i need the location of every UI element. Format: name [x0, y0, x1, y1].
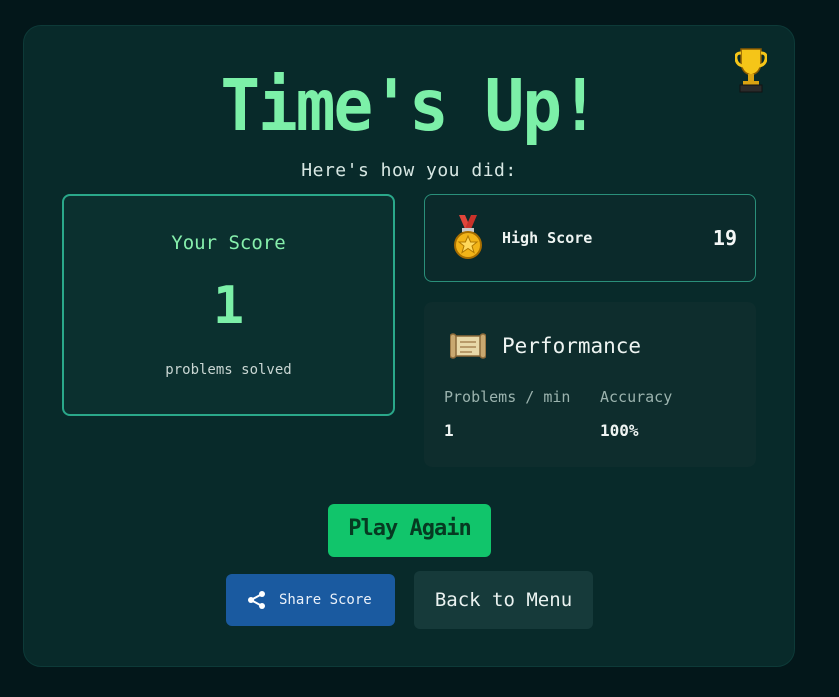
high-score-value: 19	[712, 226, 737, 250]
score-subtext: problems solved	[165, 362, 292, 378]
score-panel: Your Score 1 problems solved	[62, 194, 395, 416]
problems-per-min-label: Problems / min	[444, 388, 571, 406]
score-value: 1	[212, 276, 245, 336]
accuracy-label: Accuracy	[600, 388, 673, 406]
trophy-icon	[735, 48, 767, 93]
problems-per-min-value: 1	[444, 421, 454, 440]
performance-panel: Performance Problems / min 1 Accuracy 10…	[424, 302, 756, 467]
share-score-button[interactable]: Share Score	[226, 574, 395, 626]
performance-title: Performance	[502, 334, 642, 358]
share-icon	[248, 591, 265, 609]
high-score-panel: High Score 19	[424, 194, 756, 282]
share-score-label: Share Score	[279, 592, 372, 608]
medal-icon	[454, 215, 482, 259]
scroll-icon	[450, 333, 486, 359]
back-to-menu-button[interactable]: Back to Menu	[414, 571, 593, 629]
page-title: Time's Up!	[220, 63, 599, 148]
page-subtitle: Here's how you did:	[301, 160, 517, 181]
high-score-label: High Score	[502, 229, 593, 247]
play-again-button[interactable]: Play Again	[328, 504, 491, 557]
score-label: Your Score	[171, 232, 286, 254]
accuracy-value: 100%	[600, 421, 639, 440]
